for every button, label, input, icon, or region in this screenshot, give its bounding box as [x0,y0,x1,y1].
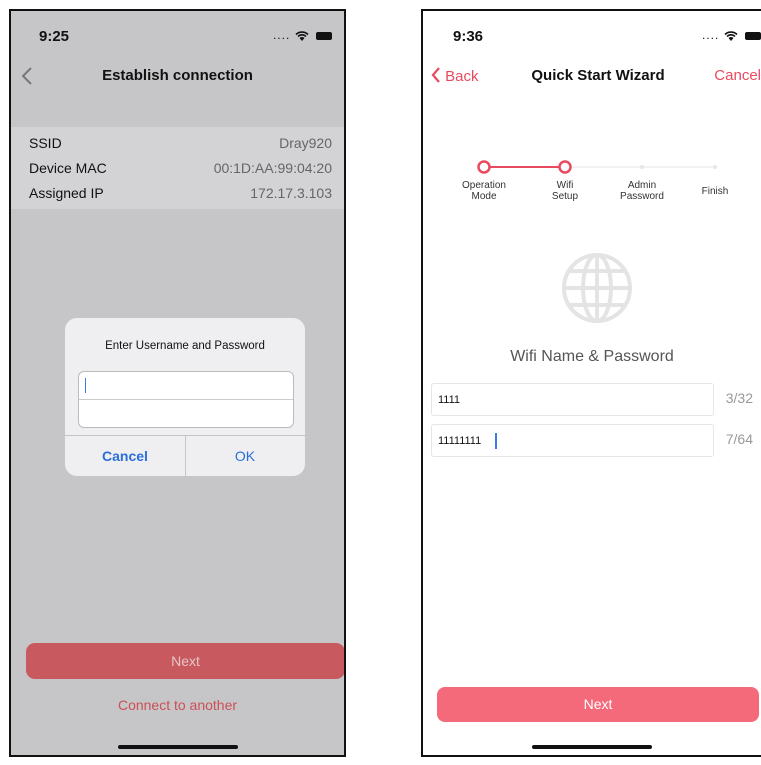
section-title: Wifi Name & Password [510,348,674,365]
connect-another-link[interactable]: Connect to another [11,697,344,713]
step-label-line: Password [620,191,664,202]
back-label: Back [445,68,479,85]
status-time: 9:25 [39,28,70,45]
info-value: Dray920 [279,135,332,151]
right-phone-screen: 9:36 .... Back Quick Start Wizard Cancel… [421,9,761,757]
nav-title: Establish connection [102,67,253,84]
wifi-icon [724,31,738,41]
credential-fields [78,371,294,428]
left-phone-screen: 9:25 .... Establish connection SSID Dray… [9,9,346,757]
dialog-title: Enter Username and Password [105,340,265,352]
wifi-name-input[interactable]: 1111 [431,383,714,416]
step-dot-inactive [713,165,717,169]
username-input[interactable] [79,372,293,400]
next-button[interactable]: Next [26,643,344,679]
globe-icon [562,253,632,323]
step-label: Wifi Setup [530,180,600,202]
wifi-password-input[interactable]: 11111111 [431,424,714,457]
wifi-password-row: 11111111 7/64 [423,424,761,457]
text-cursor [85,378,86,393]
nav-title: Quick Start Wizard [531,67,665,84]
wifi-name-value: 1111 [438,394,461,406]
next-button[interactable]: Next [437,687,759,722]
info-row-mac: Device MAC 00:1D:AA:99:04:20 [29,160,332,176]
back-chevron-icon [431,67,440,83]
step-dot-inactive [640,165,644,169]
step-label-line: Setup [551,191,579,202]
status-icons: .... [273,28,332,42]
dialog-ok-button[interactable]: OK [185,436,305,476]
step-label-line: Admin [627,180,657,191]
status-time: 9:36 [453,28,484,45]
info-label: Device MAC [29,160,107,176]
step-label: Admin Password [607,180,677,202]
info-label: Assigned IP [29,185,104,201]
cancel-button[interactable]: Cancel [714,67,761,84]
wifi-password-count: 7/64 [725,431,753,447]
home-indicator [532,745,652,749]
step-dot-active [477,160,491,174]
info-row-ip: Assigned IP 172.17.3.103 [29,185,332,201]
login-dialog: Enter Username and Password Cancel OK [65,318,305,476]
dialog-buttons: Cancel OK [65,435,305,476]
step-label: Finish [680,186,750,197]
info-value: 172.17.3.103 [250,185,332,201]
step-label-line: Operation [462,180,506,191]
connection-info: SSID Dray920 Device MAC 00:1D:AA:99:04:2… [11,127,344,209]
home-indicator [117,745,238,749]
info-label: SSID [29,135,62,151]
text-cursor [495,433,497,449]
wifi-password-value: 11111111 [438,435,482,447]
wifi-name-row: 1111 3/32 [423,383,761,416]
status-icons: .... [702,28,761,42]
step-label-line: Mode [471,191,497,202]
wifi-name-count: 3/32 [725,390,753,406]
wifi-icon [295,31,309,41]
battery-icon [745,31,761,40]
dialog-cancel-button[interactable]: Cancel [65,436,185,476]
password-input[interactable] [79,400,293,427]
step-dot-active [558,160,572,174]
step-label-line: Wifi [556,180,574,191]
info-row-ssid: SSID Dray920 [29,135,332,151]
info-value: 00:1D:AA:99:04:20 [213,160,332,176]
back-button[interactable]: Back [431,67,479,85]
battery-icon [316,31,332,40]
signal-dots-icon: .... [272,28,291,42]
step-label-line: Finish [701,186,729,197]
signal-dots-icon: .... [701,28,720,42]
step-label: Operation Mode [449,180,519,202]
